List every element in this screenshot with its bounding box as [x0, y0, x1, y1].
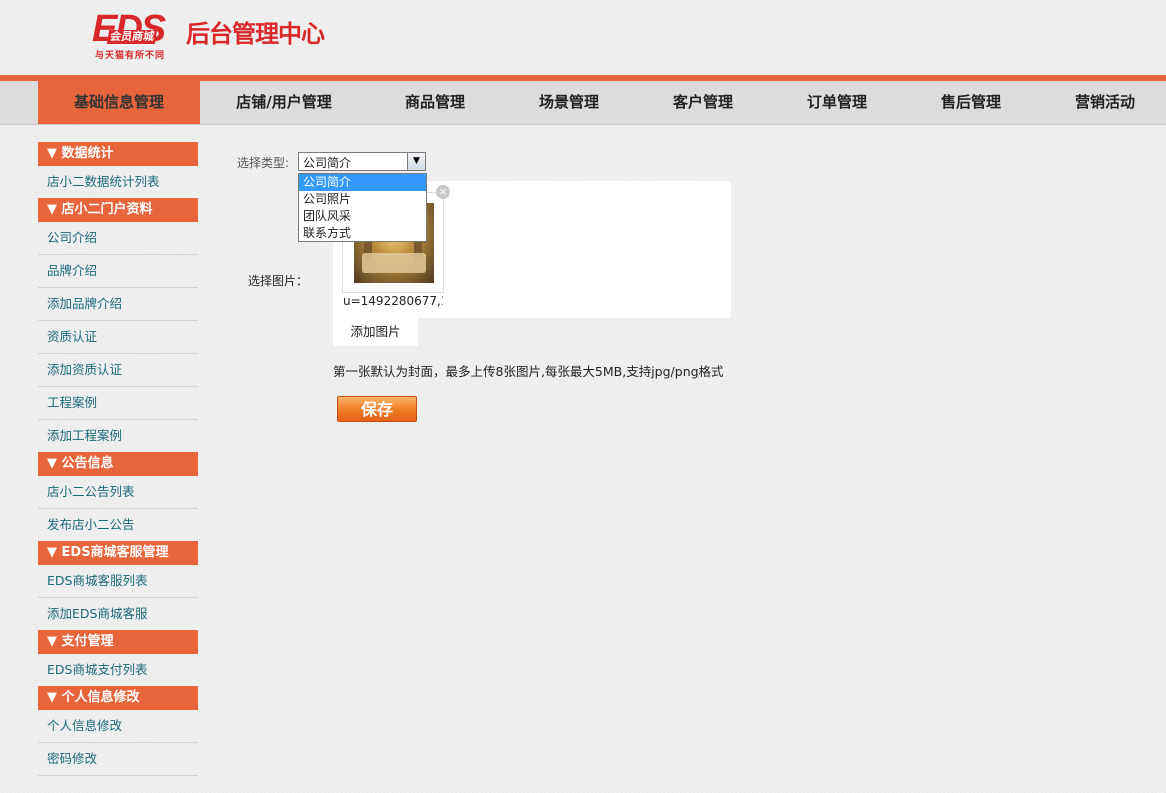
sidebar-item-add-service[interactable]: 添加EDS商城客服 — [38, 598, 198, 630]
nav-item-shop-user[interactable]: 店铺/用户管理 — [214, 81, 354, 124]
type-option[interactable]: 公司简介 — [299, 174, 426, 191]
sidebar-section-profile[interactable]: ▼ 个人信息修改 — [38, 686, 198, 710]
type-option[interactable]: 团队风采 — [299, 208, 426, 225]
type-select-value: 公司简介 — [303, 156, 352, 170]
image-label: 选择图片： — [248, 274, 309, 288]
nav-item-customer[interactable]: 客户管理 — [648, 81, 758, 124]
sidebar-item-qualification[interactable]: 资质认证 — [38, 321, 198, 354]
nav-item-order[interactable]: 订单管理 — [782, 81, 892, 124]
type-dropdown-list: 公司简介 公司照片 团队风采 联系方式 — [298, 173, 427, 242]
logo-tagline: 与天猫有所不同 — [95, 51, 166, 61]
logo: EDS 会员商城 与天猫有所不同 — [92, 10, 182, 61]
sidebar: ▼ 数据统计 店小二数据统计列表 ▼ 店小二门户资料 公司介绍 品牌介绍 添加品… — [38, 142, 198, 776]
sidebar-item-publish-notice[interactable]: 发布店小二公告 — [38, 509, 198, 541]
sidebar-section-notice[interactable]: ▼ 公告信息 — [38, 452, 198, 476]
type-select[interactable]: 公司简介 ▼ — [298, 152, 426, 171]
nav-item-marketing[interactable]: 营销活动 — [1050, 81, 1160, 124]
upload-hint: 第一张默认为封面，最多上传8张图片,每张最大5MB,支持jpg/png格式 — [333, 364, 724, 379]
sidebar-section-service[interactable]: ▼ EDS商城客服管理 — [38, 541, 198, 565]
close-icon[interactable]: × — [436, 185, 450, 199]
save-button[interactable]: 保存 — [337, 396, 417, 422]
add-image-button[interactable]: 添加图片 — [333, 318, 418, 346]
nav-item-goods[interactable]: 商品管理 — [380, 81, 490, 124]
sidebar-item-add-case[interactable]: 添加工程案例 — [38, 420, 198, 452]
nav-item-scene[interactable]: 场景管理 — [514, 81, 624, 124]
nav-item-basic-info[interactable]: 基础信息管理 — [38, 81, 200, 124]
sidebar-item-stats-list[interactable]: 店小二数据统计列表 — [38, 166, 198, 198]
logo-cn: 会员商城 — [106, 30, 158, 44]
sidebar-item-cases[interactable]: 工程案例 — [38, 387, 198, 420]
type-option[interactable]: 联系方式 — [299, 225, 426, 242]
nav-item-after-sale[interactable]: 售后管理 — [916, 81, 1026, 124]
type-option[interactable]: 公司照片 — [299, 191, 426, 208]
image-filename: u=1492280677,12 — [343, 294, 443, 308]
header: EDS 会员商城 与天猫有所不同 后台管理中心 — [0, 0, 1166, 76]
sidebar-section-portal[interactable]: ▼ 店小二门户资料 — [38, 198, 198, 222]
sidebar-item-add-brand[interactable]: 添加品牌介绍 — [38, 288, 198, 321]
sidebar-item-payment-list[interactable]: EDS商城支付列表 — [38, 654, 198, 686]
top-nav: 基础信息管理 店铺/用户管理 商品管理 场景管理 客户管理 订单管理 售后管理 … — [0, 81, 1166, 125]
sidebar-item-add-qualification[interactable]: 添加资质认证 — [38, 354, 198, 387]
dropdown-arrow-icon[interactable]: ▼ — [407, 153, 425, 170]
thumbnail-detail — [362, 253, 426, 273]
sidebar-item-password[interactable]: 密码修改 — [38, 743, 198, 776]
sidebar-section-stats[interactable]: ▼ 数据统计 — [38, 142, 198, 166]
sidebar-item-brand-intro[interactable]: 品牌介绍 — [38, 255, 198, 288]
sidebar-section-payment[interactable]: ▼ 支付管理 — [38, 630, 198, 654]
sidebar-item-notice-list[interactable]: 店小二公告列表 — [38, 476, 198, 509]
sidebar-item-company-intro[interactable]: 公司介绍 — [38, 222, 198, 255]
app-title: 后台管理中心 — [186, 20, 325, 48]
sidebar-item-profile-edit[interactable]: 个人信息修改 — [38, 710, 198, 743]
sidebar-item-service-list[interactable]: EDS商城客服列表 — [38, 565, 198, 598]
type-label: 选择类型: — [237, 156, 290, 170]
